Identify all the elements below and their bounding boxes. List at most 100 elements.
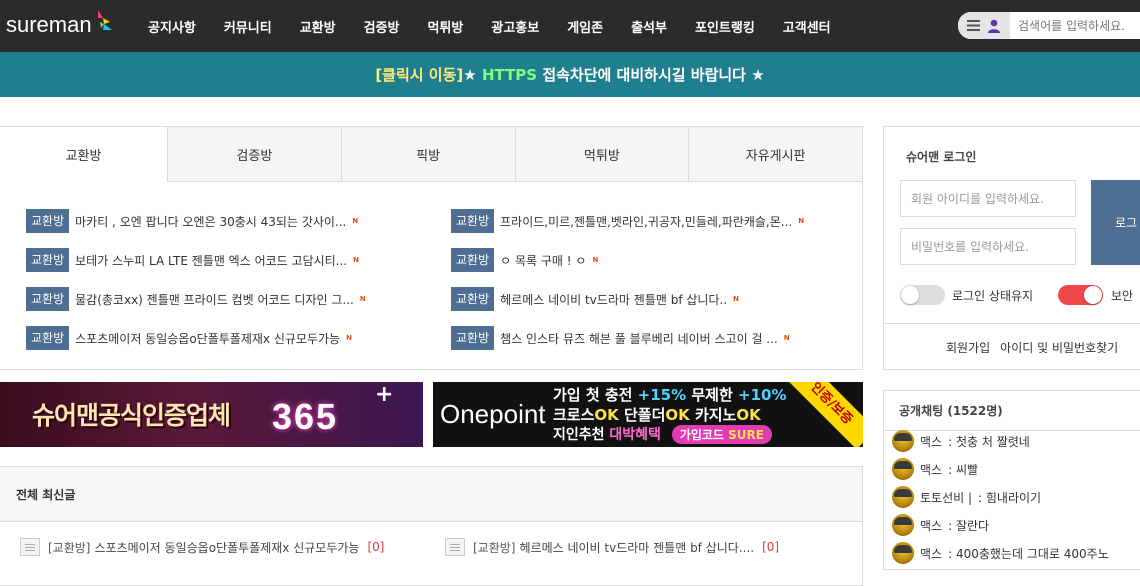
post-title[interactable]: 스포츠메이저 동일승옵o단폴투폴제재x 신규모두가능 (75, 330, 340, 347)
avatar (892, 514, 914, 536)
password-field[interactable]: 비밀번호를 입력하세요. (900, 228, 1076, 265)
ad-banner-onepoint[interactable]: Onepoint 가입 첫 충전 +15% 무제한 +10% 크로스OK 단폴더… (433, 382, 863, 447)
banner-line-1: 가입 첫 충전 +15% 무제한 +10% (553, 384, 787, 405)
nav-exchange[interactable]: 교환방 (286, 17, 350, 36)
document-icon (445, 538, 465, 556)
tab-scam[interactable]: 먹튀방 (514, 127, 689, 181)
latest-title[interactable]: 헤르메스 네이비 tv드라마 젠틀맨 bf 삽니다.... (519, 539, 754, 556)
banner-365-number: 365 (272, 396, 339, 437)
list-item[interactable]: 교환방 헤르메스 네이비 tv드라마 젠틀맨 bf 삽니다.. N (451, 287, 851, 311)
list-item[interactable]: 교환방 프라이드,미르,젠틀맨,벳라인,귀공자,민들레,파란캐슬,몬... N (451, 209, 851, 233)
l2b: OK (594, 406, 619, 424)
latest-item[interactable]: [교환방] 헤르메스 네이비 tv드라마 젠틀맨 bf 삽니다.... [0] (445, 538, 779, 556)
nav-verify[interactable]: 검증방 (350, 17, 414, 36)
search-input[interactable] (1010, 12, 1140, 39)
site-logo[interactable]: sureman (6, 10, 114, 40)
notice-star: ★ (463, 65, 482, 84)
chat-user[interactable]: 맥스 (920, 461, 942, 478)
https-notice-banner[interactable]: [클릭시 이동] ★ HTTPS 접속차단에 대비하시길 바랍니다 ★ (0, 52, 1140, 97)
nav-point-ranking[interactable]: 포인트랭킹 (681, 17, 769, 36)
nav-attendance[interactable]: 출석부 (617, 17, 681, 36)
post-title[interactable]: 챔스 인스타 뮤즈 해븐 풀 블루베리 네이버 스고이 걸 ... (500, 330, 778, 347)
post-title[interactable]: 헤르메스 네이비 tv드라마 젠틀맨 bf 삽니다.. (500, 291, 727, 308)
public-chat-panel: 공개채팅 (1522명) 맥스 : 첫충 처 짤렷네 맥스 : 씨빨 토토선비 … (883, 390, 1140, 570)
l1b: +15% (637, 386, 687, 404)
l1d: +10% (738, 386, 787, 404)
chat-text: : 씨빨 (948, 462, 979, 477)
l2f: OK (736, 406, 761, 424)
keep-login-toggle[interactable] (900, 285, 945, 305)
logo-text: sureman (6, 12, 92, 37)
avatar (892, 486, 914, 508)
tab-free-board[interactable]: 자유게시판 (688, 127, 862, 181)
post-title[interactable]: 물감(총코xx) 젠틀맨 프라이드 컴벳 어코드 디자인 그... (75, 291, 354, 308)
avatar (892, 458, 914, 480)
find-account-link[interactable]: 아이디 및 비밀번호찾기 (1000, 339, 1118, 356)
latest-item[interactable]: [교환방] 스포츠메이저 동일승옵o단폴투폴제재x 신규모두가능 [0] (20, 538, 384, 556)
latest-posts-panel: 전체 최신글 [교환방] 스포츠메이저 동일승옵o단폴투폴제재x 신규모두가능 … (0, 466, 863, 586)
banner-line-3: 지인추천 대박혜택 가입코드 SURE (553, 424, 772, 444)
post-title[interactable]: 마카티 , 오엔 팝니다 오엔은 30충시 43되는 갓사이... (75, 213, 346, 230)
category-badge: 교환방 (451, 287, 495, 311)
banner-365-text: 슈어맨공식인증업체 (32, 401, 231, 430)
onepoint-logo: Onepoint (440, 399, 546, 429)
list-item[interactable]: 교환방 마카티 , 오엔 팝니다 오엔은 30충시 43되는 갓사이... N (26, 209, 426, 233)
comment-count: [0] (367, 540, 385, 554)
chat-user[interactable]: 토토선비 | (920, 489, 972, 506)
new-badge: N (733, 295, 739, 303)
category-badge: 교환방 (26, 326, 70, 350)
l2c: 단폴더 (618, 406, 666, 424)
list-item[interactable]: 교환방 보테가 스누피 LA LTE 젠틀맨 엑스 어코드 고담시티... N (26, 248, 426, 272)
new-badge: N (352, 217, 359, 225)
board-tabs: 교환방 검증방 픽방 먹튀방 자유게시판 (0, 127, 862, 182)
user-icon[interactable] (987, 19, 1001, 33)
chat-user[interactable]: 맥스 (920, 517, 942, 534)
latest-category: [교환방] (473, 540, 516, 555)
category-badge: 교환방 (26, 209, 70, 233)
nav-games[interactable]: 게임존 (553, 17, 617, 36)
tab-pick[interactable]: 픽방 (340, 127, 515, 181)
l3b: 대박혜택 (609, 427, 661, 443)
notice-link[interactable]: [클릭시 이동] (375, 64, 463, 85)
nav-support[interactable]: 고객센터 (769, 17, 845, 36)
notice-https: HTTPS (481, 65, 538, 84)
list-item[interactable]: 교환방 챔스 인스타 뮤즈 해븐 풀 블루베리 네이버 스고이 걸 ... N (451, 326, 851, 350)
post-title[interactable]: ㅇ 목록 구매 ! ㅇ (500, 252, 586, 269)
avatar (892, 430, 914, 452)
chat-text: : 잘란다 (948, 518, 990, 533)
tab-exchange[interactable]: 교환방 (0, 127, 167, 182)
post-title[interactable]: 보테가 스누피 LA LTE 젠틀맨 엑스 어코드 고담시티... (75, 252, 347, 269)
tab-verify[interactable]: 검증방 (167, 127, 341, 181)
security-toggle[interactable] (1058, 285, 1103, 305)
login-title: 슈어맨 로그인 (906, 150, 977, 164)
latest-posts-title: 전체 최신글 (0, 467, 862, 522)
login-links: 회원가입 아이디 및 비밀번호찾기 (884, 323, 1140, 371)
nav-notice[interactable]: 공지사항 (134, 17, 210, 36)
top-navbar: sureman 공지사항 커뮤니티 교환방 검증방 먹튀방 광고홍보 게임존 출… (0, 0, 1140, 52)
latest-title[interactable]: 스포츠메이저 동일승옵o단폴투폴제재x 신규모두가능 (94, 539, 359, 556)
list-item[interactable]: 교환방 스포츠메이저 동일승옵o단폴투폴제재x 신규모두가능 N (26, 326, 426, 350)
username-field[interactable]: 회원 아이디를 입력하세요. (900, 180, 1076, 217)
code-label: 가입코드 (679, 428, 729, 442)
menu-icon[interactable] (967, 20, 981, 31)
nav-community[interactable]: 커뮤니티 (210, 17, 286, 36)
new-badge: N (783, 334, 790, 342)
signup-link[interactable]: 회원가입 (946, 339, 990, 356)
ad-banner-365[interactable]: 슈어맨공식인증업체 365 + (0, 382, 423, 447)
chat-user[interactable]: 맥스 (920, 433, 942, 450)
nav-scam[interactable]: 먹튀방 (413, 17, 477, 36)
logo-mark-icon (97, 10, 112, 30)
chat-message: 맥스 : 첫충 처 짤렷네 (892, 430, 1030, 452)
list-item[interactable]: 교환방 물감(총코xx) 젠틀맨 프라이드 컴벳 어코드 디자인 그... N (26, 287, 426, 311)
l2a: 크로스 (553, 406, 595, 424)
board-tabs-panel: 교환방 검증방 픽방 먹튀방 자유게시판 교환방 마카티 , 오엔 팝니다 오엔… (0, 126, 863, 370)
login-button[interactable]: 로그 (1091, 180, 1140, 265)
chat-title: 공개채팅 (1522명) (884, 391, 1140, 431)
new-badge: N (346, 334, 352, 342)
post-title[interactable]: 프라이드,미르,젠틀맨,벳라인,귀공자,민들레,파란캐슬,몬... (500, 213, 792, 230)
document-icon (20, 538, 40, 556)
list-item[interactable]: 교환방 ㅇ 목록 구매 ! ㅇ N (451, 248, 851, 272)
chat-user[interactable]: 맥스 (920, 545, 942, 562)
nav-ads[interactable]: 광고홍보 (477, 17, 553, 36)
search-icons (958, 12, 1010, 39)
